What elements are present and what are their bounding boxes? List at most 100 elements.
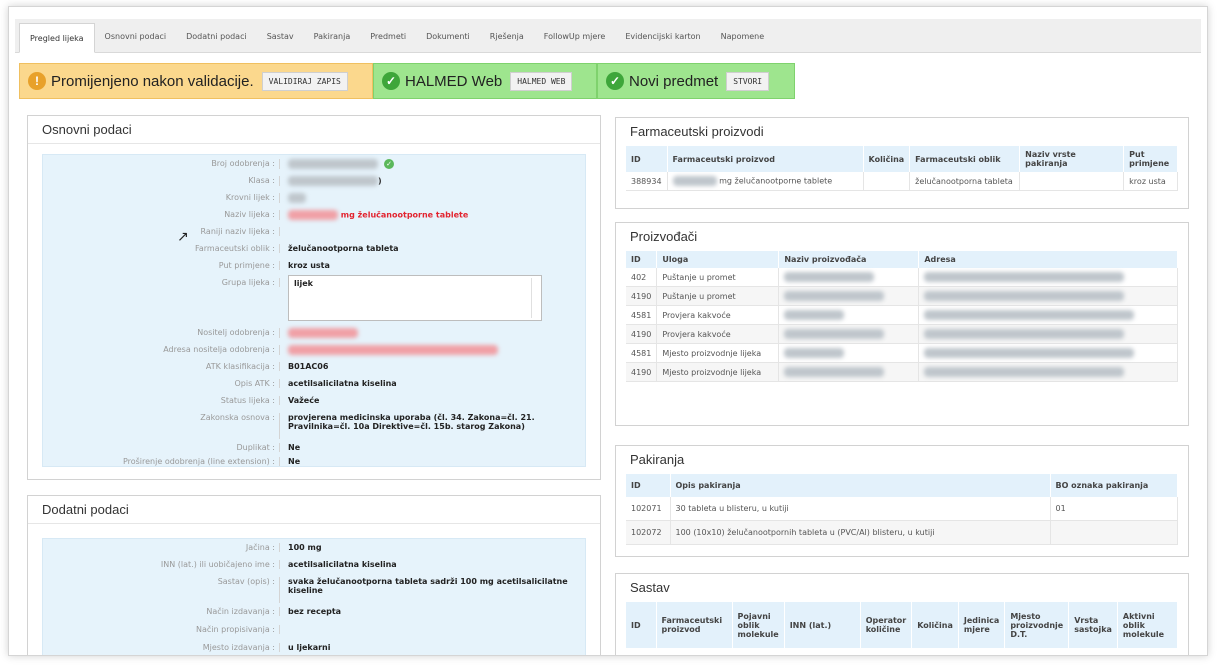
label-status-lijeka: Status lijeka : (43, 396, 280, 405)
label-farmaceutski-oblik: Farmaceutski oblik : (43, 244, 280, 253)
label-krovni-lijek: Krovni lijek : (43, 193, 280, 203)
dodatni-podaci-title: Dodatni podaci (28, 496, 600, 524)
atk-value: B01AC06 (288, 362, 329, 371)
col-vrsta-sastojka[interactable]: Vrsta sastojka (1068, 602, 1118, 648)
table-row[interactable]: 4581 Mjesto proizvodnje lijeka (626, 343, 1178, 363)
tab-dokumenti[interactable]: Dokumenti (416, 22, 480, 52)
cell-id: 4581 (626, 305, 658, 325)
cell-oblik: želučanootporna tableta (909, 172, 1021, 191)
cell-opis: 30 tableta u blisteru, u kutiji (670, 497, 1051, 521)
label-put-primjene: Put primjene : (43, 261, 280, 270)
tab-predmeti[interactable]: Predmeti (360, 22, 416, 52)
label-opis-atk: Opis ATK : (43, 379, 280, 388)
tab-osnovni-podaci[interactable]: Osnovni podaci (95, 22, 177, 52)
table-row[interactable]: 4581 Provjera kakvoće (626, 305, 1178, 325)
col-aktivni-oblik[interactable]: Aktivni oblik molekule (1117, 602, 1179, 648)
app-window: Pregled lijeka Osnovni podaci Dodatni po… (8, 6, 1208, 656)
cell-uloga: Puštanje u promet (656, 268, 780, 287)
cell-bo: 01 (1050, 497, 1178, 521)
tab-evidencijski-karton[interactable]: Evidencijski karton (615, 22, 710, 52)
label-broj-odobrenja: Broj odobrenja : (43, 159, 280, 169)
validiraj-zapis-button[interactable]: VALIDIRAJ ZAPIS (261, 71, 348, 91)
grupa-lijeka-textarea[interactable]: lijek (288, 275, 542, 321)
col-id[interactable]: ID (626, 251, 658, 268)
col-kolicina[interactable]: Količina (911, 602, 959, 648)
redacted-value (924, 291, 1125, 301)
tab-rjesenja[interactable]: Rješenja (480, 22, 534, 52)
validation-warning-text: Promijenjeno nakon validacije. (51, 72, 254, 90)
tab-sastav[interactable]: Sastav (257, 22, 304, 52)
osnovni-podaci-form: Broj odobrenja : ✓ Klasa :) Krovni lijek … (42, 154, 586, 467)
col-bo-oznaka[interactable]: BO oznaka pakiranja (1050, 474, 1178, 497)
osnovni-podaci-title: Osnovni podaci (28, 116, 600, 144)
cell-uloga: Mjesto proizvodnje lijeka (656, 343, 780, 363)
table-row[interactable]: 102071 30 tableta u blisteru, u kutiji 01 (626, 497, 1178, 521)
col-adresa[interactable]: Adresa (918, 251, 1178, 268)
cell-bo (1050, 520, 1178, 545)
nacin-izdavanja-value: bez recepta (288, 607, 342, 616)
farmaceutski-proizvodi-title: Farmaceutski proizvodi (630, 124, 764, 139)
label-naziv-lijeka: Naziv lijeka : (43, 210, 280, 220)
table-row[interactable]: 402 Puštanje u promet (626, 268, 1178, 287)
col-put-primjene[interactable]: Put primjene (1123, 146, 1178, 172)
col-mjesto-proizvodnje[interactable]: Mjesto proizvodnje D.T. (1004, 602, 1070, 648)
redacted-value (924, 310, 1135, 320)
label-nacin-propisivanja: Način propisivanja : (43, 625, 280, 634)
zakonska-osnova-line1: provjerena medicinska uporaba (čl. 34. Z… (288, 413, 535, 422)
halmed-web-button[interactable]: HALMED WEB (510, 71, 573, 91)
sastav-table: ID Farmaceutski proizvod Pojavni oblik m… (626, 602, 1179, 648)
tab-pregled-lijeka[interactable]: Pregled lijeka (19, 23, 95, 53)
col-id[interactable]: ID (626, 602, 657, 648)
sastav-opis-line2: kiseline (288, 586, 323, 595)
col-inn[interactable]: INN (lat.) (784, 602, 861, 648)
cell-id: 102071 (626, 497, 671, 521)
col-opis-pakiranja[interactable]: Opis pakiranja (670, 474, 1051, 497)
textarea-scrollbar[interactable] (531, 278, 539, 318)
table-row[interactable]: 388934 mg želučanootporne tablete želuča… (626, 172, 1178, 191)
table-row[interactable]: 4190 Mjesto proizvodnje lijeka (626, 362, 1178, 382)
col-id[interactable]: ID (626, 146, 668, 172)
table-row[interactable]: 4190 Puštanje u promet (626, 286, 1178, 306)
tab-pakiranja[interactable]: Pakiranja (304, 22, 361, 52)
cell-id: 4581 (626, 343, 658, 363)
label-raniji-naziv: Raniji naziv lijeka : (43, 227, 280, 236)
label-grupa-lijeka: Grupa lijeka : (43, 278, 280, 287)
col-operator-kolicine[interactable]: Operator količine (860, 602, 913, 648)
col-farmaceutski-proizvod[interactable]: Farmaceutski proizvod (656, 602, 733, 648)
col-naziv-vrste-pakiranja[interactable]: Naziv vrste pakiranja (1019, 146, 1125, 172)
col-jedinica-mjere[interactable]: Jedinica mjere (958, 602, 1006, 648)
cell-id: 102072 (626, 520, 671, 545)
col-uloga[interactable]: Uloga (656, 251, 780, 268)
col-id[interactable]: ID (626, 474, 671, 497)
redacted-value (924, 272, 1125, 282)
redacted-value (288, 159, 378, 169)
tab-followup-mjere[interactable]: FollowUp mjere (534, 22, 616, 52)
status-lijeka-value: Važeće (288, 396, 320, 405)
cell-uloga: Puštanje u promet (656, 286, 780, 306)
zakonska-osnova-line2: Pravilnika=čl. 10a Direktive=čl. 15b. st… (288, 422, 525, 431)
farmaceutski-proizvodi-table: ID Farmaceutski proizvod Količina Farmac… (626, 146, 1178, 191)
prosirenje-value: Ne (288, 457, 301, 466)
pakiranja-table: ID Opis pakiranja BO oznaka pakiranja 10… (626, 474, 1178, 545)
proizvodaci-title: Proizvođači (630, 229, 698, 244)
redacted-value (288, 210, 338, 220)
tab-dodatni-podaci[interactable]: Dodatni podaci (176, 22, 257, 52)
col-kolicina[interactable]: Količina (863, 146, 911, 172)
duplikat-value: Ne (288, 443, 301, 452)
col-pojavni-oblik[interactable]: Pojavni oblik molekule (732, 602, 785, 648)
cell-opis: 100 (10x10) želučanootpornih tableta u (… (670, 520, 1051, 545)
col-naziv-proizvodaca[interactable]: Naziv proizvođača (778, 251, 920, 268)
table-row[interactable]: 4190 Provjera kakvoće (626, 324, 1178, 344)
redacted-value (784, 367, 885, 377)
novi-predmet-banner: ✓ Novi predmet STVORI (597, 63, 795, 99)
redacted-value (784, 272, 875, 282)
status-banners: ! Promijenjeno nakon validacije. VALIDIR… (19, 63, 795, 99)
sastav-panel: Sastav ID Farmaceutski proizvod Pojavni … (615, 573, 1189, 655)
redacted-value (784, 291, 885, 301)
col-farmaceutski-proizvod[interactable]: Farmaceutski proizvod (667, 146, 864, 172)
farmaceutski-proizvodi-panel: Farmaceutski proizvodi ID Farmaceutski p… (615, 117, 1189, 209)
col-farmaceutski-oblik[interactable]: Farmaceutski oblik (909, 146, 1021, 172)
stvori-button[interactable]: STVORI (726, 71, 770, 91)
tab-napomene[interactable]: Napomene (711, 22, 775, 52)
table-row[interactable]: 102072 100 (10x10) želučanootpornih table… (626, 520, 1178, 545)
